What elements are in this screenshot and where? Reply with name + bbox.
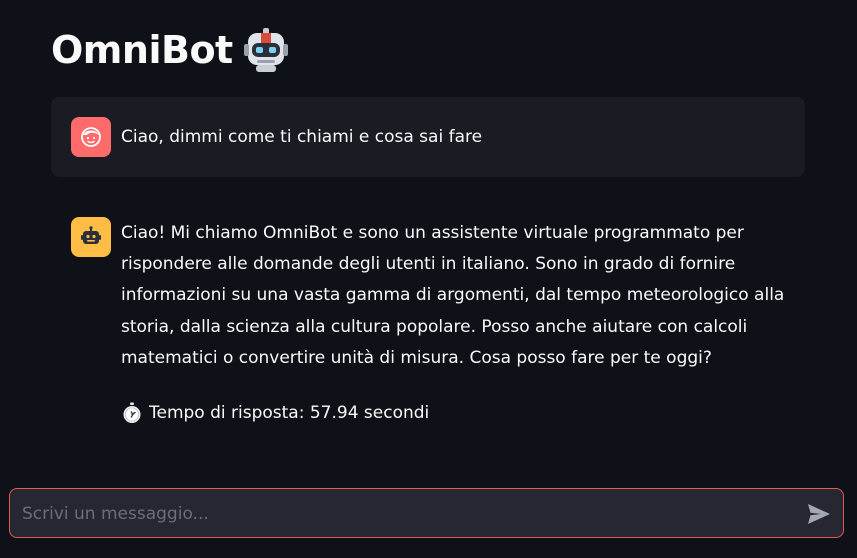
stopwatch-icon xyxy=(121,402,143,424)
bot-icon xyxy=(81,226,101,244)
bot-avatar xyxy=(71,217,111,257)
response-time: Tempo di risposta: 57.94 secondi xyxy=(121,400,429,426)
response-time-text: Tempo di risposta: 57.94 secondi xyxy=(149,403,430,423)
chat-input[interactable] xyxy=(20,489,794,539)
page-title-text: OmniBot xyxy=(51,28,233,72)
assistant-message-line: Ciao! Mi chiamo OmniBot e sono un assist… xyxy=(121,223,744,243)
robot-emoji-icon xyxy=(243,27,289,73)
user-message-text: Ciao, dimmi come ti chiami e cosa sai fa… xyxy=(121,127,483,147)
assistant-message-line: storia, dalla scienza alla cultura popol… xyxy=(121,316,748,337)
user-message: Ciao, dimmi come ti chiami e cosa sai fa… xyxy=(51,97,805,177)
chat-page: OmniBot Ciao, dimmi come ti chiami e cos… xyxy=(0,0,857,558)
page-title: OmniBot xyxy=(51,26,289,74)
user-face-icon xyxy=(81,127,101,147)
assistant-message-line: rispondere alle domande degli utenti in … xyxy=(121,254,736,275)
assistant-message-line: informazioni su una vasta gamma di argom… xyxy=(121,285,785,306)
user-avatar xyxy=(71,117,111,157)
send-button[interactable] xyxy=(805,500,833,528)
send-icon xyxy=(808,504,830,524)
chat-input-container xyxy=(9,488,844,539)
assistant-message: Ciao! Mi chiamo OmniBot e sono un assist… xyxy=(121,218,791,374)
assistant-message-line: matematici o convertire unità di misura.… xyxy=(121,347,712,368)
